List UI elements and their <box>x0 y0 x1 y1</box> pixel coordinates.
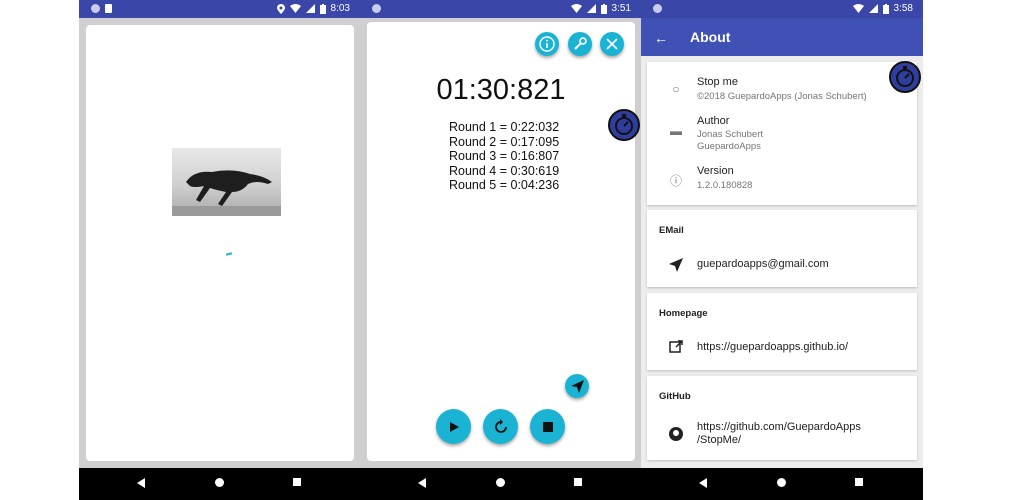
app-info-card: ○ Stop me ©2018 GuepardoApps (Jonas Schu… <box>647 62 917 205</box>
location-icon <box>276 3 285 14</box>
signal-icon <box>305 4 315 13</box>
reset-icon <box>494 418 507 433</box>
wifi-icon <box>289 4 301 13</box>
recents-nav-icon[interactable] <box>293 478 301 486</box>
open-in-new-icon <box>669 340 683 353</box>
navigation-bar <box>360 468 641 500</box>
round-item: Round 1 = 0:22:032 <box>449 120 560 134</box>
signal-icon <box>868 4 878 13</box>
notification-icon <box>91 4 100 13</box>
home-nav-icon[interactable] <box>777 478 786 487</box>
app-logo-icon: ○ <box>672 82 680 96</box>
home-nav-icon[interactable] <box>215 478 224 487</box>
clock: 3:51 <box>611 3 631 14</box>
battery-icon <box>319 3 326 14</box>
app-name: Stop me <box>697 76 738 88</box>
email-title: EMail <box>659 225 684 236</box>
stopwatch-icon <box>896 66 914 87</box>
settings-button[interactable] <box>568 32 592 56</box>
cheetah-image <box>172 148 281 216</box>
copyright: ©2018 GuepardoApps (Jonas Schubert) <box>697 91 867 102</box>
round-item: Round 3 = 0:16:807 <box>449 149 560 163</box>
battery-icon <box>600 3 607 14</box>
stopwatch-card: 01:30:821 Round 1 = 0:22:032 Round 2 = 0… <box>367 22 635 461</box>
play-icon <box>449 421 459 432</box>
stop-button[interactable] <box>530 409 565 444</box>
author-label: Author <box>697 115 730 127</box>
play-button[interactable] <box>436 409 471 444</box>
splash-card <box>86 25 354 461</box>
share-button[interactable] <box>565 374 589 398</box>
notification-icon <box>372 4 381 13</box>
close-icon <box>606 38 618 50</box>
stopwatch-icon <box>615 114 633 135</box>
status-bar: 8:03 <box>79 0 360 18</box>
email-card: EMail guepardoapps@gmail.com <box>647 210 917 287</box>
splash-screen: 8:03 <box>79 0 360 500</box>
stopwatch-screen: 3:51 01:30:821 Round 1 = 0:22:032 Round … <box>360 0 641 500</box>
clock: 8:03 <box>330 3 350 14</box>
about-screen: 3:58 ← About ○ Stop me ©2018 GuepardoApp… <box>641 0 923 500</box>
author-name: Jonas Schubert <box>697 129 764 140</box>
signal-icon <box>586 4 596 13</box>
floating-stopwatch-bubble[interactable] <box>608 109 640 141</box>
recents-nav-icon[interactable] <box>855 478 863 486</box>
back-nav-icon[interactable] <box>418 478 426 488</box>
round-item: Round 5 = 0:04:236 <box>449 178 560 192</box>
version-value: 1.2.0.180828 <box>697 180 753 191</box>
battery-icon <box>882 3 889 14</box>
email-link[interactable]: guepardoapps@gmail.com <box>697 258 829 271</box>
send-icon <box>570 379 584 393</box>
author-icon: ▬ <box>670 124 682 138</box>
navigation-bar <box>79 468 360 500</box>
navigation-bar <box>641 468 923 500</box>
github-link-line1[interactable]: https://github.com/GuepardoApps <box>697 421 861 434</box>
round-item: Round 2 = 0:17:095 <box>449 134 560 149</box>
homepage-link[interactable]: https://guepardoapps.github.io/ <box>697 341 848 354</box>
wifi-icon <box>570 4 582 13</box>
app-bar: ← About <box>641 18 923 56</box>
round-item: Round 4 = 0:30:619 <box>449 163 560 178</box>
clock: 3:58 <box>893 3 913 14</box>
version-label: Version <box>697 165 734 177</box>
github-title: GitHub <box>659 391 691 402</box>
back-arrow-icon[interactable]: ← <box>654 30 668 46</box>
wifi-icon <box>852 4 864 13</box>
home-nav-icon[interactable] <box>496 478 505 487</box>
rounds-list: Round 1 = 0:22:032 Round 2 = 0:17:095 Ro… <box>449 120 559 193</box>
version-icon: ⓘ <box>669 174 682 188</box>
github-card: GitHub https://github.com/GuepardoApps /… <box>647 376 917 460</box>
loading-indicator <box>225 252 233 256</box>
page-title: About <box>690 29 731 45</box>
floating-stopwatch-bubble[interactable] <box>889 61 921 93</box>
info-button[interactable] <box>535 32 559 56</box>
back-nav-icon[interactable] <box>137 478 145 488</box>
timer-display: 01:30:821 <box>436 74 566 106</box>
back-nav-icon[interactable] <box>699 478 707 488</box>
homepage-title: Homepage <box>659 308 708 319</box>
status-bar: 3:58 <box>641 0 923 18</box>
github-link-line2[interactable]: /StopMe/ <box>697 434 741 447</box>
notification-icon <box>653 4 662 13</box>
status-bar: 3:51 <box>360 0 641 18</box>
close-button[interactable] <box>600 32 624 56</box>
wrench-icon <box>574 37 587 50</box>
info-icon <box>539 36 555 52</box>
homepage-card: Homepage https://guepardoapps.github.io/ <box>647 293 917 370</box>
github-icon <box>669 427 683 441</box>
recents-nav-icon[interactable] <box>574 478 582 486</box>
sd-card-icon <box>105 4 112 13</box>
stop-icon <box>542 421 553 432</box>
reset-button[interactable] <box>483 409 518 444</box>
author-company: GuepardoApps <box>697 141 761 152</box>
send-icon <box>669 258 683 272</box>
